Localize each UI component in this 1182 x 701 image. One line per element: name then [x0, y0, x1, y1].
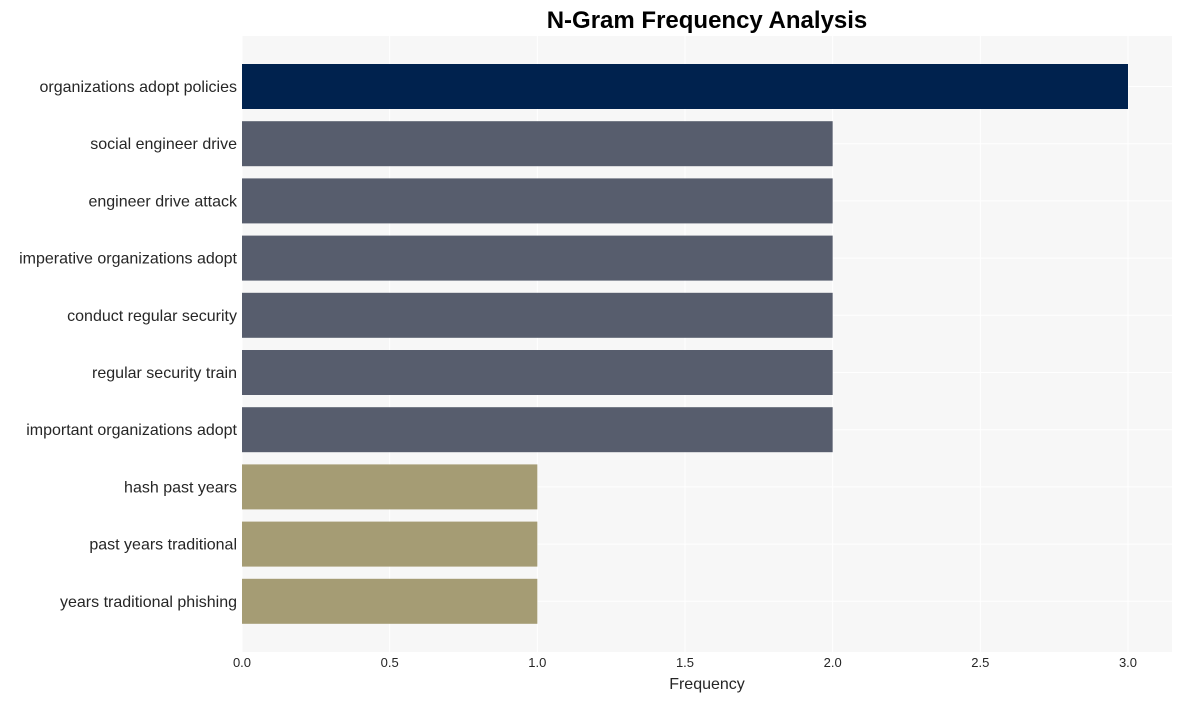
- bar: [242, 178, 833, 224]
- y-tick-label: hash past years: [124, 479, 237, 496]
- bar: [242, 64, 1128, 109]
- chart-title: N-Gram Frequency Analysis: [547, 7, 868, 34]
- x-tick-label: 0.5: [381, 655, 399, 670]
- y-tick-label: engineer drive attack: [88, 193, 238, 210]
- y-tick-label: social engineer drive: [90, 136, 237, 153]
- y-tick-labels: organizations adopt policies social engin…: [19, 79, 238, 611]
- bar: [242, 235, 833, 281]
- x-tick-label: 3.0: [1119, 655, 1137, 670]
- bar: [242, 350, 833, 395]
- x-tick-label: 2.5: [971, 655, 989, 670]
- y-tick-label: years traditional phishing: [60, 594, 237, 611]
- x-tick-label: 0.0: [233, 655, 251, 670]
- bar: [242, 521, 538, 567]
- x-axis-label: Frequency: [669, 676, 745, 693]
- x-tick-label: 1.0: [528, 655, 546, 670]
- y-tick-label: regular security train: [92, 365, 237, 382]
- bar: [242, 578, 538, 624]
- bar: [242, 121, 833, 167]
- ngram-bar-chart: N-Gram Frequency Analysis organizations …: [19, 7, 1172, 693]
- y-tick-label: organizations adopt policies: [40, 79, 237, 96]
- bar: [242, 464, 538, 510]
- x-tick-labels: 0.0 0.5 1.0 1.5 2.0 2.5 3.0: [233, 655, 1137, 670]
- y-tick-label: conduct regular security: [67, 308, 237, 325]
- bar: [242, 407, 833, 453]
- y-tick-label: important organizations adopt: [26, 422, 237, 439]
- x-tick-label: 1.5: [676, 655, 694, 670]
- bar: [242, 292, 833, 338]
- y-tick-label: imperative organizations adopt: [19, 251, 237, 268]
- x-tick-label: 2.0: [824, 655, 842, 670]
- y-tick-label: past years traditional: [89, 537, 237, 554]
